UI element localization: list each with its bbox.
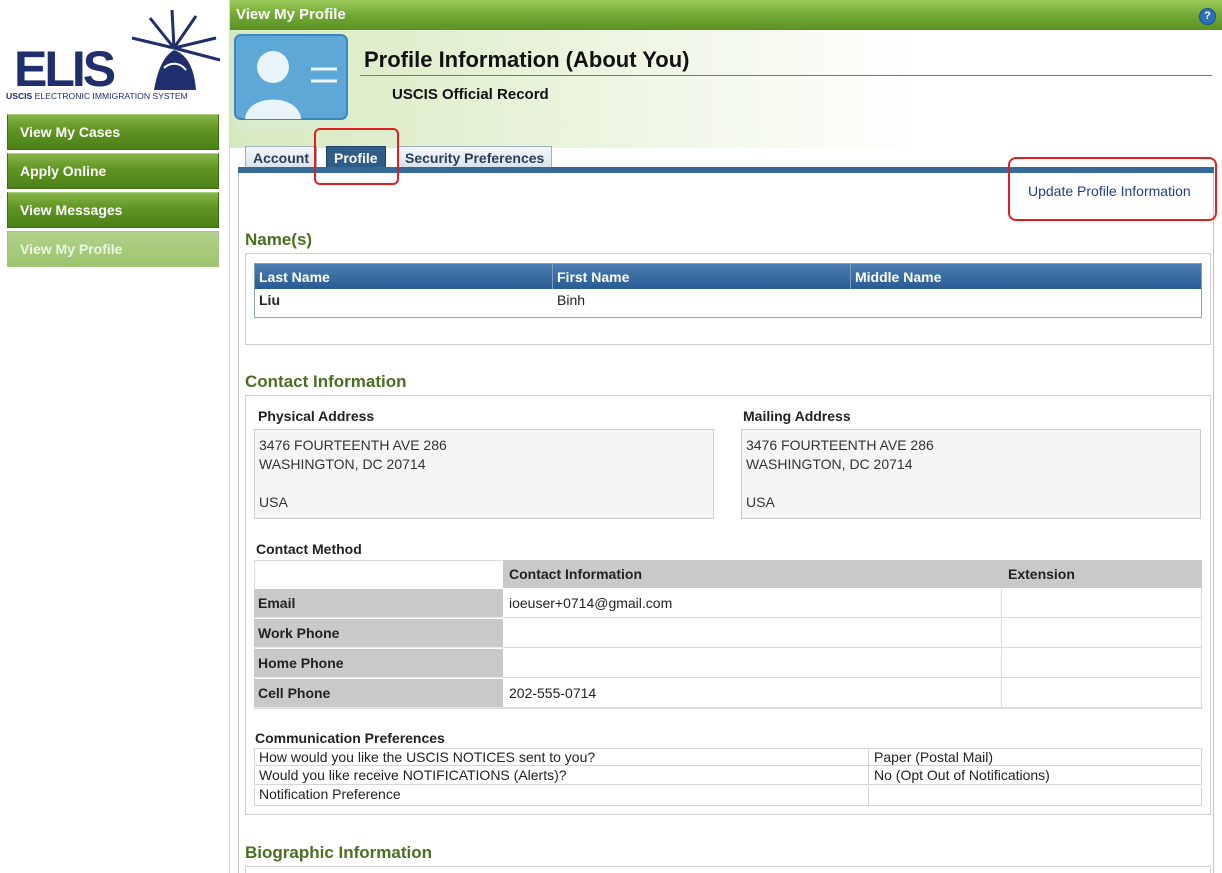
contact-row-label-home-phone: Home Phone xyxy=(254,649,503,678)
pref-question-notifications: Would you like receive NOTIFICATIONS (Al… xyxy=(259,767,567,783)
tab-account[interactable]: Account xyxy=(245,146,317,168)
physical-address-line1: 3476 FOURTEENTH AVE 286 xyxy=(259,437,447,453)
page-title: Profile Information (About You) xyxy=(364,47,690,72)
contact-method-label: Contact Method xyxy=(256,541,362,557)
column-header-middle-name: Middle Name xyxy=(851,264,1201,289)
contact-row-label-work-phone: Work Phone xyxy=(254,619,503,648)
highlight-update-link xyxy=(1008,157,1217,221)
section-heading-contact: Contact Information xyxy=(245,372,407,391)
title-bar-text: View My Profile xyxy=(236,6,346,23)
pref-question-notices: How would you like the USCIS NOTICES sen… xyxy=(259,749,596,765)
pref-row-notifications: Would you like receive NOTIFICATIONS (Al… xyxy=(254,767,1202,785)
communication-preferences-label: Communication Preferences xyxy=(255,730,445,746)
mailing-address-box: 3476 FOURTEENTH AVE 286 WASHINGTON, DC 2… xyxy=(741,429,1201,519)
section-heading-names: Name(s) xyxy=(245,230,313,249)
column-header-first-name: First Name xyxy=(553,264,851,289)
nav-view-my-cases[interactable]: View My Cases xyxy=(7,114,219,150)
statue-of-liberty-icon xyxy=(131,9,221,90)
contact-work-phone-extension xyxy=(1002,619,1202,648)
tab-security-preferences[interactable]: Security Preferences xyxy=(397,146,553,168)
pref-question-notification-preference: Notification Preference xyxy=(259,786,401,802)
contact-email-extension xyxy=(1002,589,1202,618)
column-header-last-name: Last Name xyxy=(255,264,553,289)
pref-answer-notices: Paper (Postal Mail) xyxy=(874,749,994,765)
nav-view-messages[interactable]: View Messages xyxy=(7,192,219,228)
first-name-value: Binh xyxy=(557,292,586,308)
contact-cell-phone-extension xyxy=(1002,679,1202,708)
physical-address-country: USA xyxy=(259,494,288,510)
mailing-address-country: USA xyxy=(746,494,775,510)
column-header-contact-info: Contact Information xyxy=(503,560,1002,588)
names-table: Last Name First Name Middle Name Liu Bin… xyxy=(254,263,1202,318)
contact-home-phone-value xyxy=(503,649,1002,678)
contact-work-phone-value xyxy=(503,619,1002,648)
contact-home-phone-extension xyxy=(1002,649,1202,678)
profile-avatar-icon xyxy=(234,34,348,129)
mailing-address-label: Mailing Address xyxy=(743,408,851,424)
title-divider xyxy=(360,75,1212,76)
pref-answer-notifications: No (Opt Out of Notifications) xyxy=(874,767,1050,783)
pref-row-notification-preference: Notification Preference xyxy=(254,786,1202,806)
physical-address-box: 3476 FOURTEENTH AVE 286 WASHINGTON, DC 2… xyxy=(254,429,714,519)
nav-view-my-profile[interactable]: View My Profile xyxy=(7,231,219,267)
logo-wordmark: ELIS xyxy=(14,41,116,97)
mailing-address-line1: 3476 FOURTEENTH AVE 286 xyxy=(746,437,934,453)
contact-row-label-email: Email xyxy=(254,589,503,618)
page-subtitle: USCIS Official Record xyxy=(392,86,549,103)
left-sidebar: ELIS USCIS ELECTRONIC IMMIGRATION SYSTEM… xyxy=(0,0,230,873)
elis-logo: ELIS USCIS ELECTRONIC IMMIGRATION SYSTEM xyxy=(6,8,224,104)
column-header-extension: Extension xyxy=(1002,560,1202,588)
section-heading-biographic: Biographic Information xyxy=(245,843,432,862)
logo-subtitle: USCIS ELECTRONIC IMMIGRATION SYSTEM xyxy=(6,91,188,101)
contact-row-label-cell-phone: Cell Phone xyxy=(254,679,503,708)
help-icon[interactable]: ? xyxy=(1199,8,1216,25)
last-name-value: Liu xyxy=(259,292,280,308)
title-bar: View My Profile ? xyxy=(230,0,1222,30)
physical-address-line2: WASHINGTON, DC 20714 xyxy=(259,456,426,472)
contact-cell-phone-value: 202-555-0714 xyxy=(503,679,1002,708)
biographic-section xyxy=(245,866,1211,873)
nav-apply-online[interactable]: Apply Online xyxy=(7,153,219,189)
mailing-address-line2: WASHINGTON, DC 20714 xyxy=(746,456,913,472)
physical-address-label: Physical Address xyxy=(258,408,375,424)
pref-row-notices: How would you like the USCIS NOTICES sen… xyxy=(254,748,1202,767)
contact-email-value: ioeuser+0714@gmail.com xyxy=(503,589,1002,618)
